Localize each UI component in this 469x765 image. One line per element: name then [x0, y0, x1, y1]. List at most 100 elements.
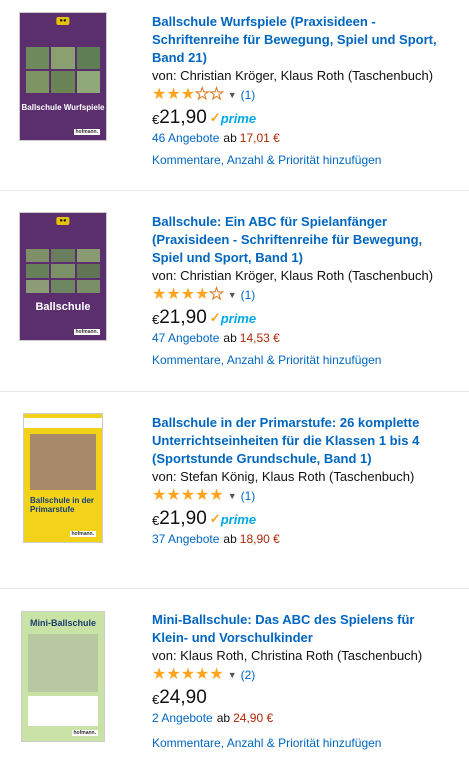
rating-row: ★ ★ ★ ★ ★ ▼ (1)	[152, 285, 452, 305]
star-full-icon: ★	[152, 286, 167, 303]
star-rating[interactable]: ★ ★ ★ ★ ★	[152, 667, 224, 683]
star-full-icon: ★	[166, 666, 181, 683]
rating-count-link[interactable]: (1)	[241, 489, 256, 503]
star-full-icon: ★	[152, 487, 167, 504]
star-full-icon: ★	[209, 666, 224, 683]
star-full-icon: ★	[166, 286, 181, 303]
item-info: Ballschule Wurfspiele (Praxisideen - Sch…	[152, 13, 452, 147]
cover-text-box	[28, 696, 98, 726]
checkmark-icon: ✓	[209, 310, 221, 325]
lowest-price: 24,90 €	[233, 711, 274, 725]
currency-symbol: €	[152, 513, 160, 528]
checkmark-icon: ✓	[209, 511, 221, 526]
offers-row: 47 Angebote ab 14,53 €	[152, 331, 280, 345]
star-full-icon: ★	[152, 666, 167, 683]
series-badge: ●●	[56, 17, 70, 25]
price: 21,90	[159, 307, 207, 328]
offers-link[interactable]: 47 Angebote	[152, 331, 219, 345]
cover-photos	[28, 634, 98, 692]
list-item: ●● Ballschule hofmann. Ballschule: Ein A…	[0, 191, 469, 391]
offers-row: 46 Angebote ab 17,01 €	[152, 131, 280, 145]
cover-publisher: hofmann.	[73, 329, 100, 335]
star-full-icon: ★	[180, 86, 196, 103]
item-info: Ballschule in der Primarstufe: 26 komple…	[152, 414, 452, 548]
item-info: Ballschule: Ein ABC für Spielanfänger (P…	[152, 213, 452, 347]
chevron-down-icon[interactable]: ▼	[228, 90, 237, 100]
star-full-icon: ★	[180, 666, 196, 683]
star-empty-icon: ★	[195, 86, 210, 103]
cover-publisher: hofmann.	[73, 129, 100, 135]
star-full-icon: ★	[195, 286, 210, 303]
star-empty-icon: ★	[209, 286, 224, 303]
star-rating[interactable]: ★ ★ ★ ★ ★	[152, 488, 224, 504]
item-byline: von: Klaus Roth, Christina Roth (Taschen…	[152, 648, 423, 663]
price-row: € 21,90 ✓ prime	[152, 506, 452, 530]
add-comment-link[interactable]: Kommentare, Anzahl & Priorität hinzufüge…	[152, 353, 381, 367]
book-cover-image[interactable]: Ballschule in der Primarstufe hofmann.	[23, 413, 103, 543]
lowest-price: 18,90 €	[239, 532, 280, 546]
star-full-icon: ★	[166, 86, 181, 103]
add-comment-link[interactable]: Kommentare, Anzahl & Priorität hinzufüge…	[152, 736, 381, 750]
offers-link[interactable]: 46 Angebote	[152, 131, 219, 145]
rating-row: ★ ★ ★ ★ ★ ▼ (1)	[152, 85, 452, 105]
series-badge: ●●	[56, 217, 70, 225]
star-full-icon: ★	[152, 86, 167, 103]
star-full-icon: ★	[209, 487, 224, 504]
star-rating[interactable]: ★ ★ ★ ★ ★	[152, 86, 224, 103]
checkmark-icon: ✓	[209, 110, 221, 125]
item-byline: von: Christian Kröger, Klaus Roth (Tasch…	[152, 268, 434, 283]
star-full-icon: ★	[180, 487, 196, 504]
item-title-link[interactable]: Ballschule Wurfspiele (Praxisideen - Sch…	[152, 13, 452, 67]
cover-photos	[30, 434, 96, 490]
price: 24,90	[159, 687, 207, 708]
star-full-icon: ★	[195, 666, 210, 683]
star-empty-icon: ★	[209, 86, 224, 103]
list-item: ●● Ballschule Wurfspiele hofmann. Ballsc…	[0, 0, 469, 190]
cover-title: Ballschule in der Primarstufe	[30, 496, 95, 514]
list-item: Mini-Ballschule hofmann. Mini-Ballschule…	[0, 589, 469, 765]
list-item: Ballschule in der Primarstufe hofmann. B…	[0, 392, 469, 588]
currency-symbol: €	[152, 112, 160, 127]
item-byline: von: Christian Kröger, Klaus Roth (Tasch…	[152, 68, 434, 83]
lowest-price: 17,01 €	[239, 131, 280, 145]
cover-title: Ballschule	[35, 301, 91, 313]
cover-header-band	[24, 418, 102, 428]
item-info: Mini-Ballschule: Das ABC des Spielens fü…	[152, 611, 452, 727]
rating-row: ★ ★ ★ ★ ★ ▼ (2)	[152, 665, 452, 685]
book-cover-image[interactable]: ●● Ballschule Wurfspiele hofmann.	[19, 12, 107, 141]
book-cover-image[interactable]: Mini-Ballschule hofmann.	[21, 611, 105, 742]
chevron-down-icon[interactable]: ▼	[228, 290, 237, 300]
star-rating[interactable]: ★ ★ ★ ★ ★	[152, 286, 224, 303]
cover-publisher: hofmann.	[71, 730, 98, 736]
item-title-link[interactable]: Ballschule in der Primarstufe: 26 komple…	[152, 414, 452, 468]
price-row: € 21,90 ✓ prime	[152, 305, 452, 329]
offers-row: 2 Angebote ab 24,90 €	[152, 711, 274, 725]
item-title-link[interactable]: Ballschule: Ein ABC für Spielanfänger (P…	[152, 213, 452, 267]
star-full-icon: ★	[180, 286, 196, 303]
chevron-down-icon[interactable]: ▼	[228, 670, 237, 680]
book-cover-image[interactable]: ●● Ballschule hofmann.	[19, 212, 107, 341]
currency-symbol: €	[152, 312, 160, 327]
rating-count-link[interactable]: (1)	[241, 88, 256, 102]
rating-count-link[interactable]: (1)	[241, 288, 256, 302]
currency-symbol: €	[152, 692, 160, 707]
prime-badge: ✓ prime	[209, 310, 257, 326]
price-row: € 21,90 ✓ prime	[152, 105, 452, 129]
offers-link[interactable]: 2 Angebote	[152, 711, 213, 725]
rating-count-link[interactable]: (2)	[241, 668, 256, 682]
cover-publisher: hofmann.	[69, 531, 96, 537]
star-full-icon: ★	[166, 487, 181, 504]
prime-badge: ✓ prime	[209, 110, 257, 126]
item-title-link[interactable]: Mini-Ballschule: Das ABC des Spielens fü…	[152, 611, 452, 647]
add-comment-link[interactable]: Kommentare, Anzahl & Priorität hinzufüge…	[152, 153, 381, 167]
item-byline: von: Stefan König, Klaus Roth (Taschenbu…	[152, 469, 415, 484]
cover-photos	[26, 47, 100, 93]
price-row: € 24,90	[152, 685, 452, 709]
rating-row: ★ ★ ★ ★ ★ ▼ (1)	[152, 486, 452, 506]
offers-link[interactable]: 37 Angebote	[152, 532, 219, 546]
offers-row: 37 Angebote ab 18,90 €	[152, 532, 280, 546]
chevron-down-icon[interactable]: ▼	[228, 491, 237, 501]
price: 21,90	[159, 107, 207, 128]
star-full-icon: ★	[195, 487, 210, 504]
cover-photos	[26, 249, 100, 293]
